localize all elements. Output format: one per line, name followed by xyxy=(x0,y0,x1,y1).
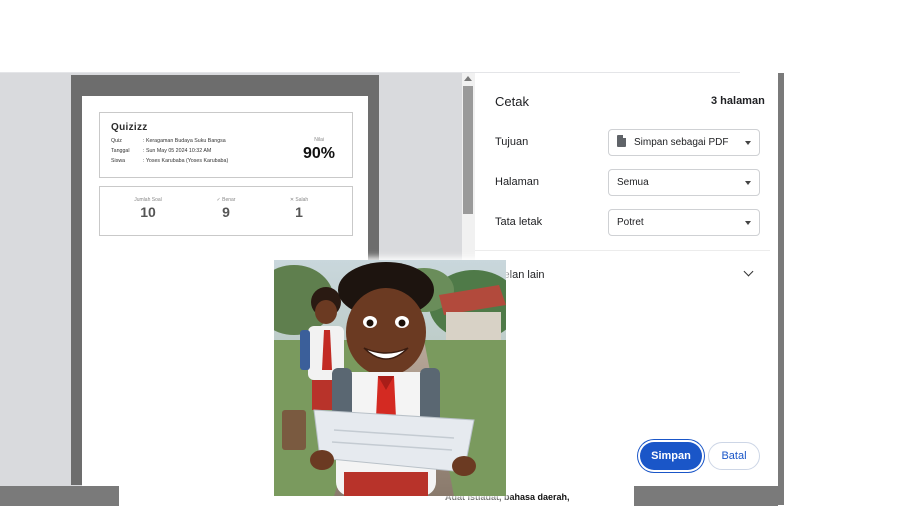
quiz-row-value: : Keragaman Budaya Suku Bangsa xyxy=(143,138,226,144)
stat-correct-value: 9 xyxy=(222,204,230,220)
pages-value: Semua xyxy=(617,177,649,188)
student-photo-illustration xyxy=(274,260,506,496)
stat-total-value: 10 xyxy=(140,204,156,220)
quiz-row-key: Quiz xyxy=(111,138,122,144)
scroll-up-icon[interactable] xyxy=(464,76,472,81)
layout-value: Potret xyxy=(617,217,644,228)
print-title: Cetak xyxy=(495,94,529,109)
stat-wrong-value: 1 xyxy=(295,204,303,220)
scrollbar-thumb[interactable] xyxy=(463,86,473,214)
destination-label: Tujuan xyxy=(495,136,529,148)
student-photo xyxy=(274,260,506,496)
stat-wrong-label: ✕ Salah xyxy=(289,197,309,203)
caret-down-icon xyxy=(745,181,751,185)
pages-label: Halaman xyxy=(495,176,540,188)
stat-correct: ✓ Benar 9 xyxy=(196,197,256,220)
pdf-file-icon xyxy=(617,135,626,147)
student-row-key: Siswa xyxy=(111,158,126,164)
score-value: 90% xyxy=(302,145,335,162)
stat-wrong: ✕ Salah 1 xyxy=(269,197,329,220)
quiz-summary-card: Quizizz Quiz : Keragaman Budaya Suku Bang… xyxy=(99,112,353,178)
layout-select[interactable]: Potret xyxy=(608,209,760,236)
section-divider xyxy=(475,250,770,251)
destination-value: Simpan sebagai PDF xyxy=(634,137,729,148)
caret-down-icon xyxy=(745,141,751,145)
student-row: Siswa : Yoses Karubaba (Yoses Karubaba) xyxy=(111,158,228,164)
date-row-value: : Sun May 05 2024 10:32 AM xyxy=(143,148,212,154)
stat-total-label: Jumlah Soal xyxy=(134,197,162,203)
page-count: 3 halaman xyxy=(711,95,765,107)
date-row: Tanggal : Sun May 05 2024 10:32 AM xyxy=(111,148,211,154)
panel-edge xyxy=(778,73,784,505)
date-row-key: Tanggal xyxy=(111,148,130,154)
quiz-row: Quiz : Keragaman Budaya Suku Bangsa xyxy=(111,138,226,144)
stat-total: Jumlah Soal 10 xyxy=(118,197,178,220)
layout-label: Tata letak xyxy=(495,216,543,228)
quizizz-logo: Quizizz xyxy=(111,122,148,133)
destination-select[interactable]: Simpan sebagai PDF xyxy=(608,129,760,156)
cancel-button[interactable]: Batal xyxy=(708,442,760,470)
score-label: Nilai xyxy=(314,137,324,143)
pages-select[interactable]: Semua xyxy=(608,169,760,196)
save-button[interactable]: Simpan xyxy=(640,442,702,470)
stat-correct-label: ✓ Benar xyxy=(216,197,236,203)
caret-down-icon xyxy=(745,221,751,225)
quiz-stats-card: Jumlah Soal 10 ✓ Benar 9 ✕ Salah 1 xyxy=(99,186,353,236)
student-row-value: : Yoses Karubaba (Yoses Karubaba) xyxy=(143,158,229,164)
